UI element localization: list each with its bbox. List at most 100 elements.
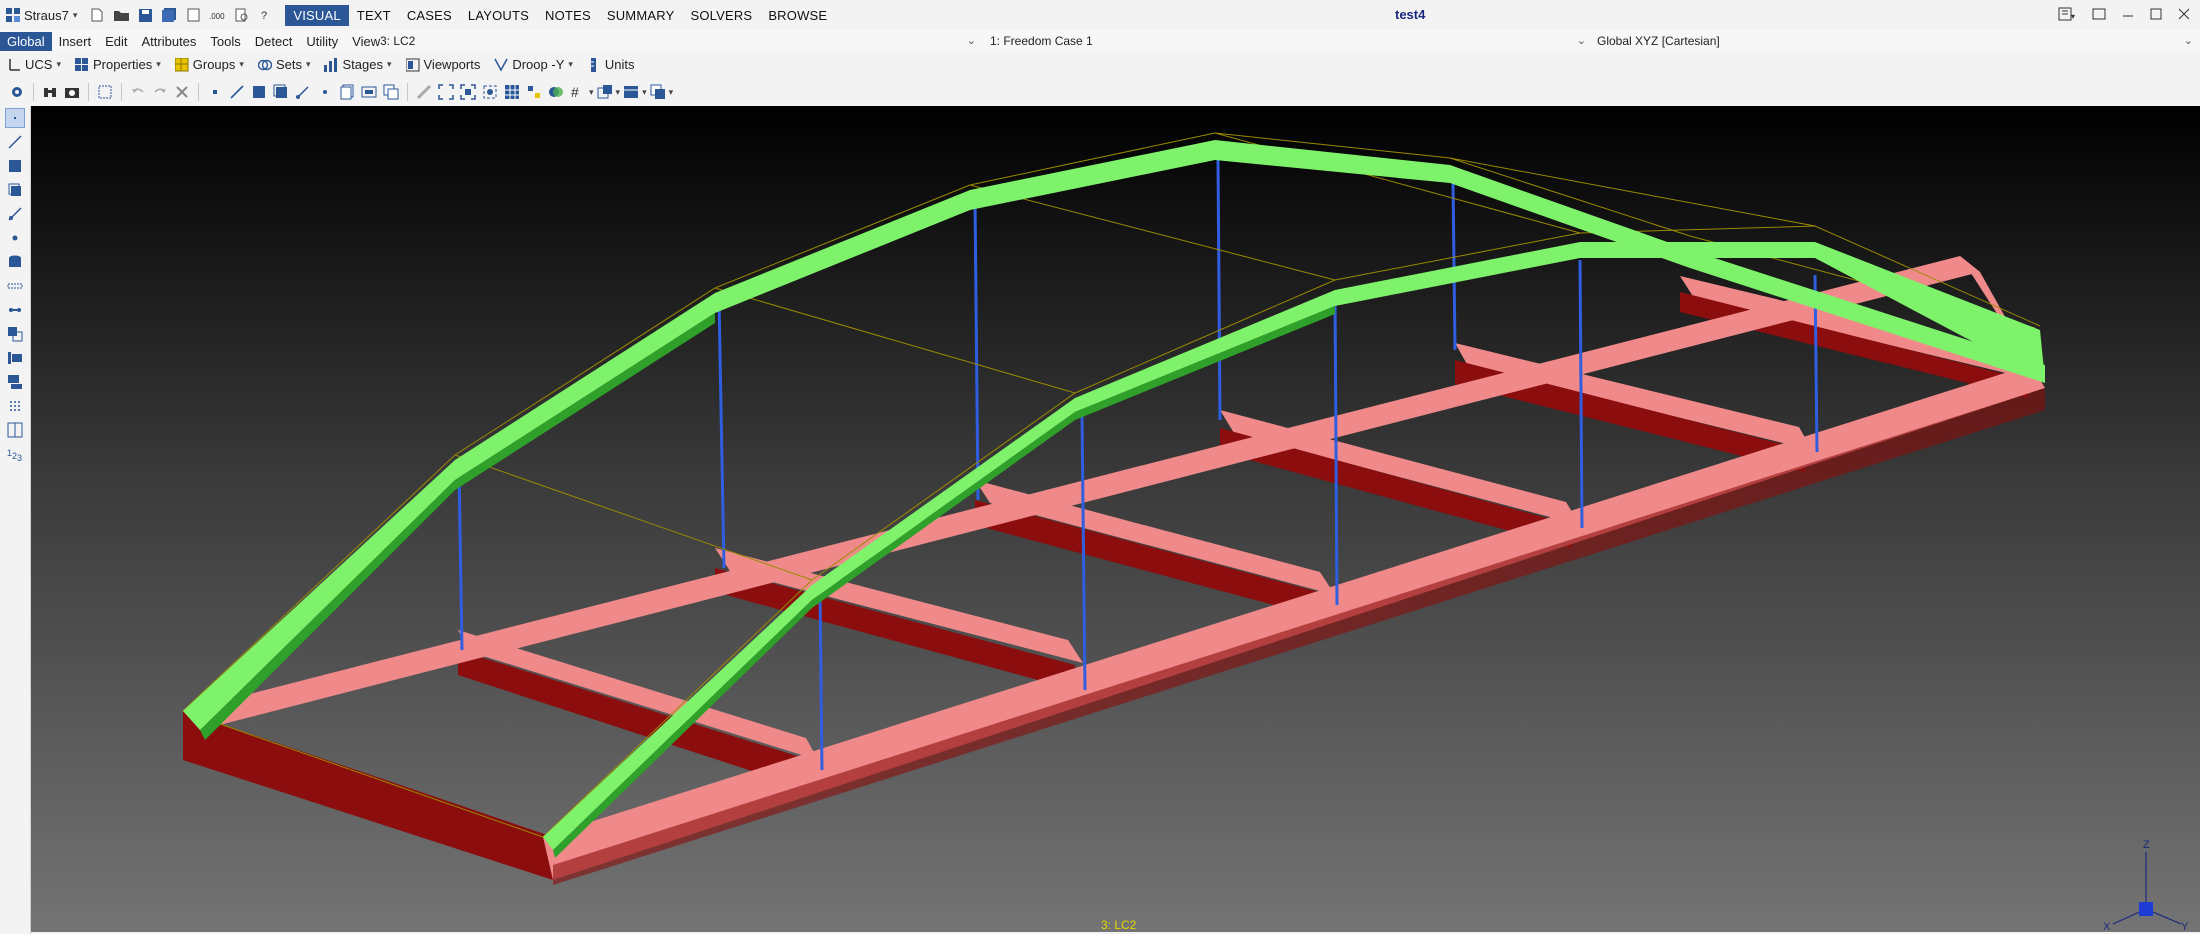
tab-summary[interactable]: SUMMARY [599, 5, 683, 26]
toolbar-separator [407, 83, 408, 101]
menu-attributes[interactable]: Attributes [135, 32, 204, 51]
plate-tool-icon[interactable] [5, 156, 25, 176]
node-labels-icon[interactable] [523, 81, 545, 103]
sets-button[interactable]: Sets ▾ [251, 54, 318, 76]
tab-layouts[interactable]: LAYOUTS [460, 5, 537, 26]
save-all-icon[interactable] [161, 7, 177, 23]
model-viewport[interactable]: 3: LC2 Z X Y [31, 106, 2200, 932]
number-format-icon[interactable]: .000 [209, 7, 225, 23]
load-case-value: 3: LC2 [380, 34, 416, 48]
vertex-icon[interactable] [314, 81, 336, 103]
icon-toolbar: # ▾ ▾ ▾ ▾ [0, 78, 2200, 107]
tab-cases[interactable]: CASES [399, 5, 460, 26]
axis-y-label: Y [2181, 921, 2189, 932]
zoom-extents-icon[interactable] [479, 81, 501, 103]
vertex-tool-icon[interactable] [5, 228, 25, 248]
deck-end-beam-left-web [183, 711, 553, 880]
tab-visual[interactable]: VISUAL [285, 4, 349, 26]
straus7-logo-icon [6, 8, 20, 22]
shading-icon[interactable] [545, 81, 567, 103]
menu-edit[interactable]: Edit [98, 32, 134, 51]
droop-button[interactable]: Droop -Y ▾ [487, 54, 580, 76]
brick-icon[interactable] [270, 81, 292, 103]
close-icon[interactable] [2178, 7, 2190, 23]
brick-tool-icon[interactable] [5, 180, 25, 200]
view-tool-icon[interactable] [5, 372, 25, 392]
windows-icon[interactable] [380, 81, 402, 103]
connection-tool-icon[interactable] [5, 300, 25, 320]
layout-icon[interactable]: ▾ [2058, 7, 2076, 24]
menu-utility[interactable]: Utility [299, 32, 345, 51]
table-view-icon[interactable] [620, 81, 642, 103]
zoom-fit-icon[interactable] [457, 81, 479, 103]
axis-x-label: X [2103, 921, 2111, 932]
freedom-case-value: 1: Freedom Case 1 [990, 34, 1093, 48]
help-icon[interactable]: ? [257, 7, 273, 23]
load-case-select[interactable]: 3: LC2 ⌄ [380, 30, 980, 52]
new-file-icon[interactable] [89, 7, 105, 23]
redo-icon[interactable] [149, 81, 171, 103]
delete-x-icon[interactable] [171, 81, 193, 103]
chevron-down-icon: ▾ [72, 9, 78, 20]
stage-tool-icon[interactable] [5, 324, 25, 344]
numbering-tool-icon[interactable]: 123 [5, 444, 25, 464]
copy-icon[interactable] [336, 81, 358, 103]
layer-tool-icon[interactable] [5, 348, 25, 368]
link-icon[interactable] [292, 81, 314, 103]
beam-icon[interactable] [226, 81, 248, 103]
settings-gear-icon[interactable] [6, 81, 28, 103]
sets-icon [257, 58, 273, 72]
properties-button[interactable]: Properties ▾ [68, 54, 168, 76]
stages-button[interactable]: Stages ▾ [317, 54, 398, 76]
ribbon-tabs: VISUAL TEXT CASES LAYOUTS NOTES SUMMARY … [285, 0, 835, 30]
beam-tool-icon[interactable] [5, 132, 25, 152]
node-icon[interactable] [204, 81, 226, 103]
maximize-icon[interactable] [2150, 7, 2162, 23]
viewports-button[interactable]: Viewports [399, 54, 488, 76]
grid-hash-icon[interactable]: # [567, 81, 589, 103]
measure-icon[interactable] [413, 81, 435, 103]
coordinate-system-select[interactable]: Global XYZ [Cartesian] ⌄ [1597, 30, 2197, 52]
find-binoculars-icon[interactable] [39, 81, 61, 103]
minimize-icon[interactable] [2122, 7, 2134, 23]
units-button[interactable]: Units [580, 54, 642, 76]
grid-view-icon[interactable] [501, 81, 523, 103]
tab-browse[interactable]: BROWSE [760, 5, 835, 26]
quick-access-toolbar: .000 ? [89, 7, 273, 23]
freedom-case-select[interactable]: 1: Freedom Case 1 ⌄ [990, 30, 1590, 52]
duplicate-window-icon[interactable] [647, 81, 669, 103]
zoom-box-icon[interactable] [435, 81, 457, 103]
app-menu-button[interactable]: Straus7 ▾ [0, 0, 83, 30]
print-preview-icon[interactable] [185, 7, 201, 23]
select-all-icon[interactable] [94, 81, 116, 103]
tab-notes[interactable]: NOTES [537, 5, 599, 26]
node-tool-icon[interactable] [5, 108, 25, 128]
chevron-down-icon: ▾ [56, 59, 61, 69]
undo-icon[interactable] [127, 81, 149, 103]
dots-tool-icon[interactable] [5, 396, 25, 416]
restore-window-icon[interactable] [2092, 7, 2106, 23]
load-path-tool-icon[interactable] [5, 276, 25, 296]
plate-icon[interactable] [248, 81, 270, 103]
bridge-model[interactable] [31, 106, 2200, 932]
open-folder-icon[interactable] [113, 7, 129, 23]
menu-insert[interactable]: Insert [52, 32, 99, 51]
tab-solvers[interactable]: SOLVERS [682, 5, 760, 26]
tab-text[interactable]: TEXT [349, 5, 399, 26]
cut-plane-icon[interactable] [594, 81, 616, 103]
menu-tools[interactable]: Tools [203, 32, 247, 51]
groups-button[interactable]: Groups ▾ [168, 54, 251, 76]
save-icon[interactable] [137, 7, 153, 23]
link-tool-icon[interactable] [5, 204, 25, 224]
geometry-tool-icon[interactable] [5, 252, 25, 272]
viewports-icon [405, 58, 420, 72]
toolbar-separator [121, 83, 122, 101]
stages-bars-icon [324, 57, 338, 72]
entity-display-icon[interactable] [358, 81, 380, 103]
menu-detect[interactable]: Detect [248, 32, 300, 51]
camera-icon[interactable] [61, 81, 83, 103]
ucs-button[interactable]: UCS ▾ [0, 54, 68, 76]
inspect-icon[interactable] [233, 7, 249, 23]
section-tool-icon[interactable] [5, 420, 25, 440]
menu-global[interactable]: Global [0, 31, 52, 51]
